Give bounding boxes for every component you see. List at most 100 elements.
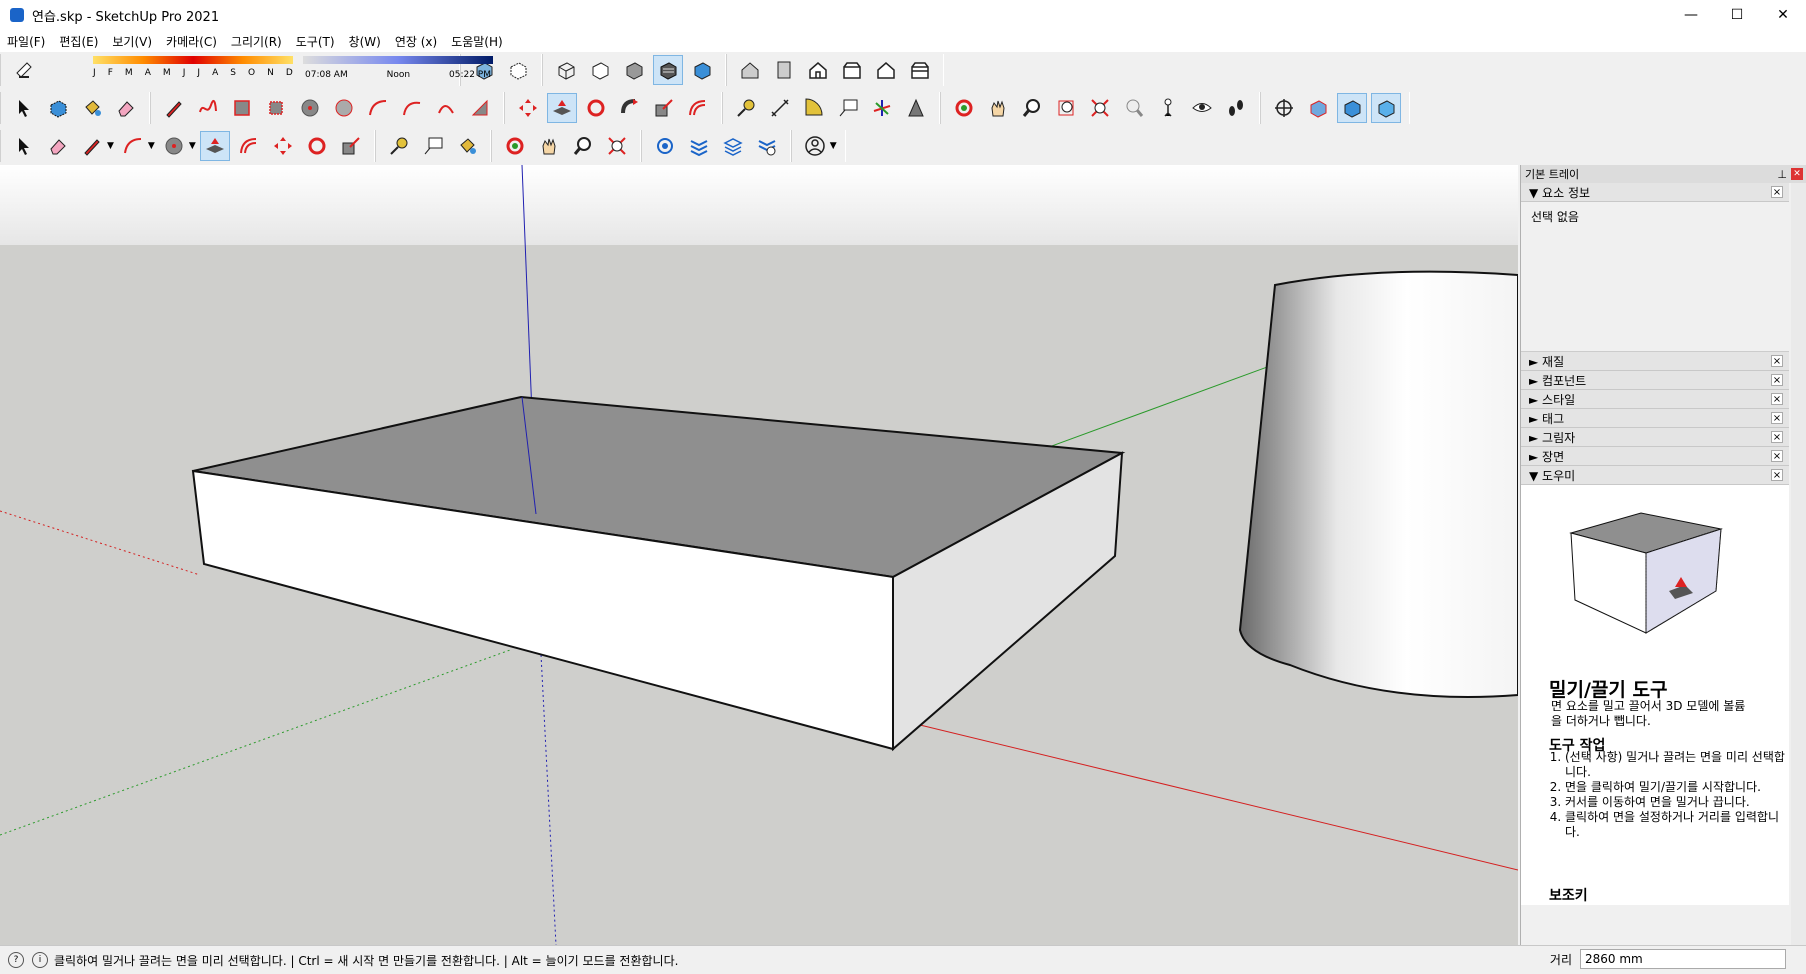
- rotated-rectangle-button[interactable]: [261, 93, 291, 123]
- month-slider[interactable]: [93, 56, 293, 64]
- model-viewport[interactable]: [0, 165, 1518, 945]
- position-camera-button[interactable]: [1153, 93, 1183, 123]
- geo-location-icon[interactable]: ?: [8, 952, 24, 968]
- line-tool-button-2[interactable]: [77, 131, 107, 161]
- menu-extensions[interactable]: 연장 (x): [388, 33, 444, 50]
- extension-warehouse-button[interactable]: [684, 131, 714, 161]
- look-around-button[interactable]: [1187, 93, 1217, 123]
- pin-icon[interactable]: ⊥: [1777, 168, 1787, 181]
- panel-instructor[interactable]: ▼ 도우미 ×: [1521, 466, 1789, 485]
- display-section-fill-button[interactable]: [1371, 93, 1401, 123]
- eraser-button[interactable]: [111, 93, 141, 123]
- close-icon[interactable]: ×: [1771, 412, 1783, 424]
- panel-components[interactable]: ► 컴포넌트 ×: [1521, 371, 1789, 390]
- zoom-extents-button-2[interactable]: [602, 131, 632, 161]
- menu-edit[interactable]: 편집(E): [52, 33, 105, 50]
- menu-tools[interactable]: 도구(T): [289, 33, 342, 50]
- account-button[interactable]: [800, 131, 830, 161]
- scale-button-2[interactable]: [336, 131, 366, 161]
- pan-button-2[interactable]: [534, 131, 564, 161]
- time-slider[interactable]: [303, 56, 493, 64]
- left-view-button[interactable]: [905, 55, 935, 85]
- menu-view[interactable]: 보기(V): [105, 33, 159, 50]
- component-button[interactable]: [43, 93, 73, 123]
- dimension-button[interactable]: [765, 93, 795, 123]
- tape-measure-button[interactable]: [731, 93, 761, 123]
- follow-me-button[interactable]: [615, 93, 645, 123]
- close-icon[interactable]: ×: [1771, 186, 1783, 198]
- move-button[interactable]: [513, 93, 543, 123]
- previous-view-button[interactable]: [1119, 93, 1149, 123]
- wireframe-button[interactable]: [551, 55, 581, 85]
- zoom-window-button[interactable]: [1051, 93, 1081, 123]
- select-tool-button[interactable]: [9, 93, 39, 123]
- close-icon[interactable]: ×: [1771, 469, 1783, 481]
- close-icon[interactable]: ×: [1771, 355, 1783, 367]
- close-icon[interactable]: ×: [1771, 374, 1783, 386]
- two-point-arc-button[interactable]: [397, 93, 427, 123]
- right-view-button[interactable]: [837, 55, 867, 85]
- axes-button[interactable]: [867, 93, 897, 123]
- select-tool-button-2[interactable]: [9, 131, 39, 161]
- rectangle-button[interactable]: [227, 93, 257, 123]
- chevron-down-icon[interactable]: ▼: [189, 141, 196, 151]
- warehouse-button[interactable]: [650, 131, 680, 161]
- zoom-extents-button[interactable]: [1085, 93, 1115, 123]
- circle-button[interactable]: [295, 93, 325, 123]
- measurements-input[interactable]: [1580, 949, 1786, 969]
- menu-help[interactable]: 도움말(H): [444, 33, 510, 50]
- display-section-planes-button[interactable]: [1303, 93, 1333, 123]
- chevron-down-icon[interactable]: ▼: [148, 141, 155, 151]
- panel-tags[interactable]: ► 태그 ×: [1521, 409, 1789, 428]
- menu-window[interactable]: 창(W): [342, 33, 388, 50]
- tray-close-button[interactable]: ✕: [1791, 168, 1803, 180]
- walk-button[interactable]: [1221, 93, 1251, 123]
- orbit-button-2[interactable]: [500, 131, 530, 161]
- 3d-text-button[interactable]: [901, 93, 931, 123]
- orbit-button[interactable]: [949, 93, 979, 123]
- display-section-cuts-button[interactable]: [1337, 93, 1367, 123]
- front-view-button[interactable]: [803, 55, 833, 85]
- extension-manager-button[interactable]: [752, 131, 782, 161]
- pan-button[interactable]: [983, 93, 1013, 123]
- maximize-button[interactable]: ☐: [1714, 0, 1760, 30]
- shadow-toggle-button[interactable]: [9, 55, 39, 85]
- freehand-button[interactable]: [193, 93, 223, 123]
- zoom-button[interactable]: [1017, 93, 1047, 123]
- offset-button-2[interactable]: [234, 131, 264, 161]
- top-view-button[interactable]: [769, 55, 799, 85]
- tray-scrollbar[interactable]: [1791, 183, 1806, 945]
- shaded-textures-button[interactable]: [653, 55, 683, 85]
- eraser-button-2[interactable]: [43, 131, 73, 161]
- minimize-button[interactable]: —: [1668, 0, 1714, 30]
- panel-entity-info[interactable]: ▼ 요소 정보 ×: [1521, 183, 1789, 202]
- layers-button[interactable]: [718, 131, 748, 161]
- monochrome-button[interactable]: [687, 55, 717, 85]
- push-pull-button-2[interactable]: [199, 131, 230, 161]
- rotate-button[interactable]: [581, 93, 611, 123]
- paint-bucket-button[interactable]: [77, 93, 107, 123]
- close-icon[interactable]: ×: [1771, 393, 1783, 405]
- info-icon[interactable]: i: [32, 952, 48, 968]
- chevron-down-icon[interactable]: ▼: [830, 141, 837, 151]
- tape-measure-button-2[interactable]: [384, 131, 414, 161]
- protractor-button[interactable]: [799, 93, 829, 123]
- close-icon[interactable]: ×: [1771, 450, 1783, 462]
- shaded-button[interactable]: [619, 55, 649, 85]
- zoom-button-2[interactable]: [568, 131, 598, 161]
- panel-materials[interactable]: ► 재질 ×: [1521, 352, 1789, 371]
- menu-draw[interactable]: 그리기(R): [224, 33, 289, 50]
- menu-camera[interactable]: 카메라(C): [159, 33, 224, 50]
- menu-file[interactable]: 파일(F): [0, 33, 52, 50]
- paint-bucket-button-2[interactable]: [452, 131, 482, 161]
- panel-styles[interactable]: ► 스타일 ×: [1521, 390, 1789, 409]
- scene-canvas[interactable]: [0, 165, 1518, 945]
- chevron-down-icon[interactable]: ▼: [107, 141, 114, 151]
- cylinder[interactable]: [1238, 270, 1518, 698]
- section-plane-button[interactable]: [1269, 93, 1299, 123]
- panel-scenes[interactable]: ► 장면 ×: [1521, 447, 1789, 466]
- shape-button[interactable]: [159, 131, 189, 161]
- rotate-button-2[interactable]: [302, 131, 332, 161]
- back-view-button[interactable]: [871, 55, 901, 85]
- pie-button[interactable]: [465, 93, 495, 123]
